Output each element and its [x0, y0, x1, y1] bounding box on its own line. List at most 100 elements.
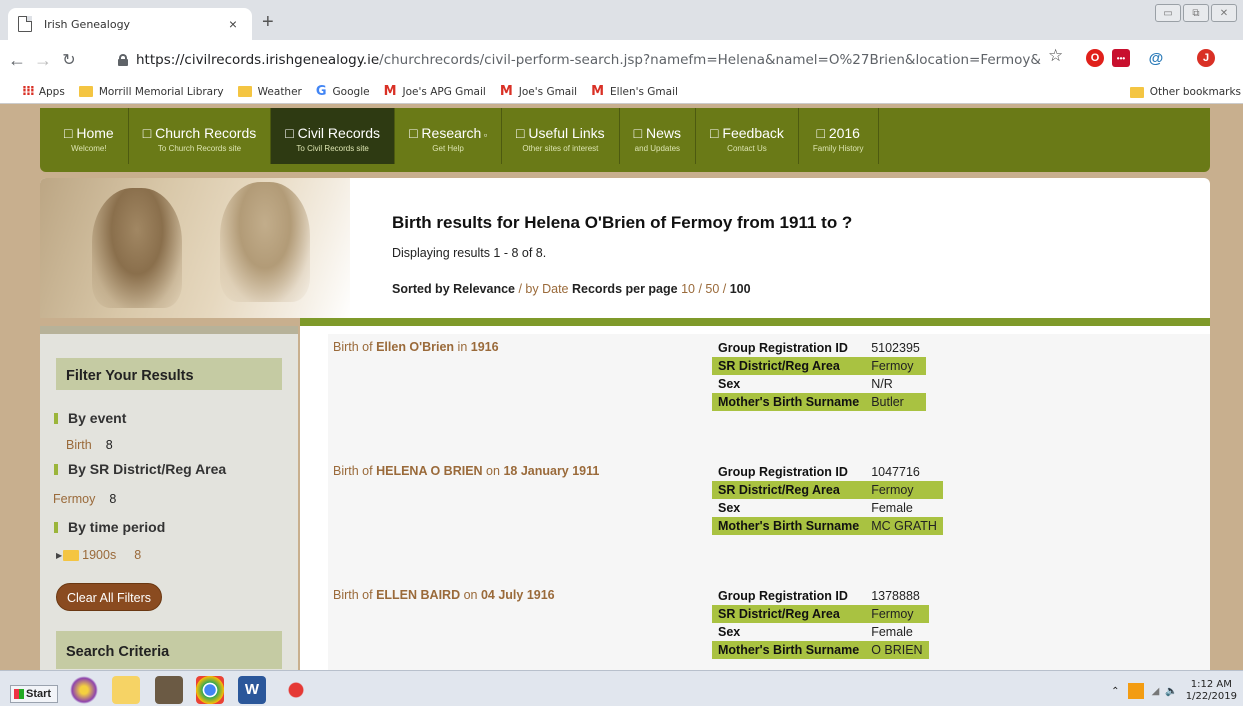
opera-icon[interactable]: O [1086, 49, 1104, 67]
forward-arrow-icon[interactable]: → [30, 50, 56, 71]
bookmark-morrill[interactable]: Morrill Memorial Library [78, 86, 224, 98]
record-title-link[interactable]: Birth of Ellen O'Brien in 1916 [333, 340, 499, 354]
nav-item-home[interactable]: □ Home Welcome! [50, 108, 129, 164]
bookmark-label: Ellen's Gmail [610, 85, 678, 98]
volume-icon[interactable]: 🔈 [1165, 686, 1177, 697]
file-explorer-icon[interactable] [112, 676, 140, 704]
record-name: HELENA O BRIEN [376, 464, 483, 478]
address-toolbar: ← → ↻ https://civilrecords.irishgenealog… [0, 40, 1243, 80]
per-page-10-link[interactable]: 10 [681, 282, 695, 296]
bookmark-google[interactable]: G Google [316, 84, 370, 99]
back-arrow-icon[interactable]: ← [4, 50, 30, 71]
per-page-100: 100 [729, 282, 751, 296]
record-row-district: SR District/Reg Area Fermoy [712, 605, 929, 623]
filter-time-1900s[interactable]: ▶ 1900s 8 [56, 548, 141, 562]
url-bar[interactable]: https://civilrecords.irishgenealogy.ie/c… [118, 45, 1068, 75]
record-name: Ellen O'Brien [376, 340, 455, 354]
nav-item-sub: Get Help [432, 144, 464, 153]
bookmark-weather[interactable]: Weather [237, 85, 302, 98]
nav-item-label: □ 2016 [813, 125, 864, 141]
sort-separator: / [515, 282, 526, 296]
start-button[interactable]: Start [10, 685, 58, 703]
network-icon[interactable]: ◢ [1152, 686, 1160, 697]
bookmark-joes-gmail[interactable]: M Joe's Gmail [500, 84, 577, 99]
nav-item-feedback[interactable]: □ Feedback Contact Us [696, 108, 799, 164]
record-field-value: Female [871, 625, 913, 639]
close-window-icon[interactable]: ✕ [1211, 4, 1237, 22]
tray-expand-icon[interactable]: ⌃ [1111, 686, 1119, 697]
nav-item-church-records[interactable]: □ Church Records To Church Records site [129, 108, 272, 164]
tab-close-icon[interactable]: × [224, 16, 242, 32]
nav-bullet-icon: □ [285, 125, 298, 141]
url-text[interactable]: https://civilrecords.irishgenealogy.ie/c… [136, 52, 1041, 68]
chrome-icon[interactable] [196, 676, 224, 704]
record-field-value: 5102395 [871, 341, 920, 355]
nav-item-label: □ Research ▫ [409, 125, 487, 141]
sort-by-date-link[interactable]: by Date [525, 282, 568, 296]
record-field-value: Fermoy [865, 605, 929, 623]
profile-avatar-icon[interactable]: J [1197, 49, 1215, 67]
nav-item-news[interactable]: □ News and Updates [620, 108, 697, 164]
filter-event-birth[interactable]: Birth 8 [66, 438, 113, 452]
minimize-icon[interactable]: ▭ [1155, 4, 1181, 22]
bookmark-apps[interactable]: ⁝⁝⁝ Apps [22, 84, 65, 99]
record-field-label: SR District/Reg Area [712, 357, 866, 375]
per-page-label: Records per page [572, 282, 678, 296]
clear-all-filters-button[interactable]: Clear All Filters [56, 583, 162, 611]
site-navigation: □ Home Welcome! □ Church Records To Church … [40, 108, 1210, 172]
record-date: 04 July 1916 [480, 588, 555, 602]
filter-count: 8 [134, 548, 142, 562]
tray-app-icon[interactable] [1127, 683, 1144, 699]
result-record: Birth of ELLEN BAIRD on 04 July 1916 Grou… [328, 582, 1210, 670]
new-tab-button[interactable]: + [262, 12, 274, 32]
filter-district-fermoy[interactable]: Fermoy 8 [53, 492, 116, 506]
record-field-label: Mother's Birth Surname [712, 517, 866, 535]
clock[interactable]: 1:12 AM 1/22/2019 [1186, 679, 1237, 703]
record-field-label: Sex [718, 377, 741, 391]
restore-icon[interactable]: ⧉ [1183, 4, 1209, 22]
nav-label-text: Civil Records [297, 125, 381, 141]
bookmark-joes-apg-gmail[interactable]: M Joe's APG Gmail [384, 84, 486, 99]
lastpass-icon[interactable]: ••• [1112, 49, 1130, 67]
nav-item-2016[interactable]: □ 2016 Family History [799, 108, 879, 164]
record-title-link[interactable]: Birth of HELENA O BRIEN on 18 January 19… [333, 464, 599, 478]
photo-app-icon[interactable] [155, 676, 183, 704]
folder-icon [78, 86, 93, 97]
bullet-marker [54, 412, 58, 424]
filter-heading-district-label: By SR District/Reg Area [68, 461, 227, 477]
word-icon[interactable]: W [238, 676, 266, 704]
bookmark-ellens-gmail[interactable]: M Ellen's Gmail [591, 84, 678, 99]
record-row-mother-surname: Mother's Birth Surname Butler [712, 393, 926, 411]
extension-icon[interactable]: @ [1147, 49, 1165, 67]
tab-title: Irish Genealogy [44, 17, 131, 31]
other-bookmarks-label: Other bookmarks [1149, 86, 1241, 98]
bookmark-label: Joe's APG Gmail [402, 85, 486, 98]
bookmark-label: Weather [257, 85, 302, 98]
filter-count: 8 [105, 438, 113, 452]
per-page-50-link[interactable]: 50 [705, 282, 719, 296]
filter-heading-district: By SR District/Reg Area [54, 461, 226, 477]
record-date: 18 January 1911 [503, 464, 600, 478]
reload-icon[interactable]: ↻ [56, 50, 82, 70]
heart-app-icon[interactable] [282, 676, 310, 704]
bookmark-star-icon[interactable]: ☆ [1048, 46, 1063, 66]
search-criteria-title: Search Criteria [56, 631, 282, 669]
sidebar-top-strip [40, 326, 298, 334]
record-field-value: O BRIEN [865, 641, 929, 659]
record-title-link[interactable]: Birth of ELLEN BAIRD on 04 July 1916 [333, 588, 555, 602]
nav-label-text: Church Records [155, 125, 257, 141]
record-field-value: Female [871, 501, 913, 515]
nav-item-label: □ News [634, 125, 681, 141]
nav-item-civil-records[interactable]: □ Civil Records To Civil Records site [271, 108, 396, 164]
nav-label-text: Feedback [722, 125, 784, 141]
nav-item-useful-links[interactable]: □ Useful Links Other sites of interest [502, 108, 620, 164]
start-label: Start [26, 688, 52, 700]
app-icon-star[interactable] [70, 676, 98, 704]
nav-item-research[interactable]: □ Research ▫ Get Help [395, 108, 503, 164]
browser-tab[interactable]: Irish Genealogy × [8, 8, 252, 40]
record-prefix: Birth of [333, 340, 377, 354]
expand-triangle-icon[interactable]: ▶ [56, 551, 62, 560]
nav-label-text: Research [421, 125, 482, 141]
filter-district-fermoy-label: Fermoy [53, 492, 96, 506]
other-bookmarks[interactable]: Other bookmarks [1129, 80, 1241, 104]
